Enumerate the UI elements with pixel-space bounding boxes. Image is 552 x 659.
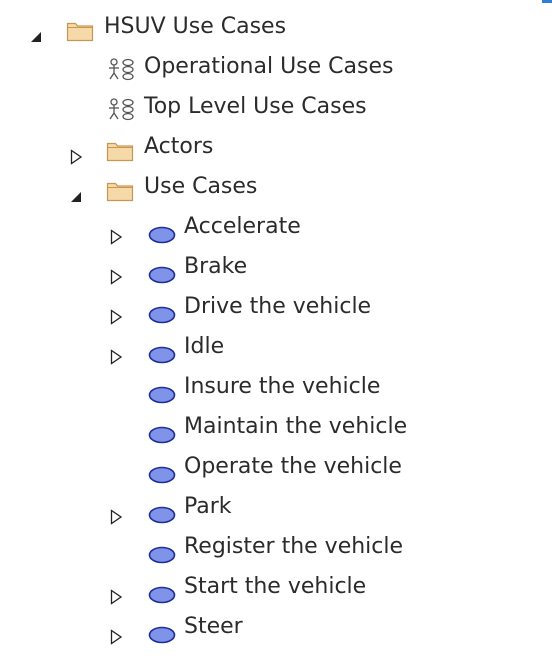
tree-node-label: Register the vehicle [184,534,404,559]
tree-node-label: Insure the vehicle [184,374,381,399]
expanded-arrow-icon[interactable] [28,19,44,42]
tree-node-top-level-use-cases[interactable]: Top Level Use Cases [0,87,552,127]
tree-node-label: Use Cases [144,174,258,199]
tree-node-steer[interactable]: Steer [0,607,552,647]
tree-node-actors[interactable]: Actors [0,127,552,167]
tree-node-label: Top Level Use Cases [144,94,367,119]
tree-node-brake[interactable]: Brake [0,247,552,287]
tree-node-start-the-vehicle[interactable]: Start the vehicle [0,567,552,607]
tree-node-insure-the-vehicle[interactable]: Insure the vehicle [0,367,552,407]
collapsed-arrow-icon[interactable] [108,619,124,645]
tree-node-label: Accelerate [184,214,301,239]
use-case-icon [148,618,180,658]
tree-node-label: Actors [144,134,214,159]
window-edge-accent [542,0,552,3]
tree-node-use-cases-folder[interactable]: Use Cases [0,167,552,207]
tree-node-hsuv-use-cases[interactable]: HSUV Use Cases [0,7,552,47]
tree-node-label: Steer [184,614,243,639]
tree-node-label: HSUV Use Cases [104,14,287,39]
tree-node-label: Operational Use Cases [144,54,394,79]
tree-node-operational-use-cases[interactable]: Operational Use Cases [0,47,552,87]
tree-node-label: Brake [184,254,248,279]
tree-node-park[interactable]: Park [0,487,552,527]
expanded-arrow-icon[interactable] [68,179,84,202]
collapsed-arrow-icon[interactable] [108,259,124,285]
tree-node-label: Drive the vehicle [184,294,372,319]
collapsed-arrow-icon[interactable] [108,299,124,325]
collapsed-arrow-icon[interactable] [68,139,84,165]
collapsed-arrow-icon[interactable] [108,219,124,245]
tree-node-operate-the-vehicle[interactable]: Operate the vehicle [0,447,552,487]
tree-node-accelerate[interactable]: Accelerate [0,207,552,247]
tree-node-idle[interactable]: Idle [0,327,552,367]
project-browser-tree: HSUV Use Cases Operational Use Cases Top… [0,7,552,647]
tree-node-label: Idle [184,334,225,359]
tree-node-drive-the-vehicle[interactable]: Drive the vehicle [0,287,552,327]
tree-node-register-the-vehicle[interactable]: Register the vehicle [0,527,552,567]
collapsed-arrow-icon[interactable] [108,339,124,365]
collapsed-arrow-icon[interactable] [108,499,124,525]
tree-node-label: Park [184,494,232,519]
tree-node-label: Maintain the vehicle [184,414,408,439]
tree-node-label: Start the vehicle [184,574,367,599]
collapsed-arrow-icon[interactable] [108,579,124,605]
tree-node-maintain-the-vehicle[interactable]: Maintain the vehicle [0,407,552,447]
tree-node-label: Operate the vehicle [184,454,402,479]
